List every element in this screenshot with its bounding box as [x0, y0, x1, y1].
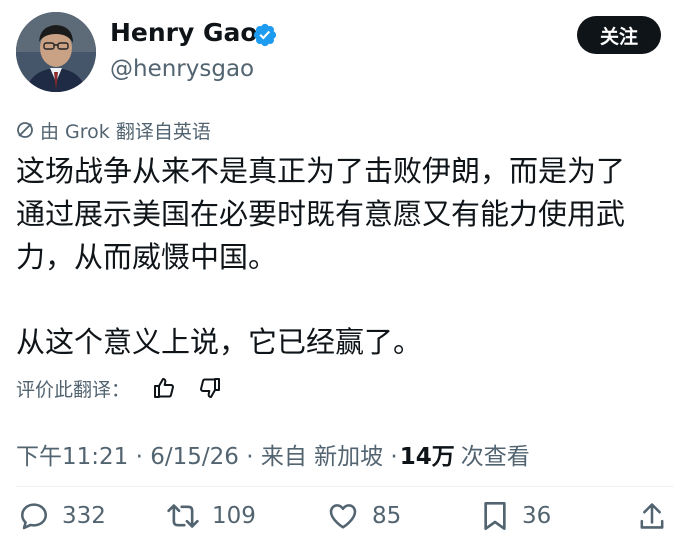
repost-button[interactable]: 109: [166, 496, 256, 536]
reply-icon: [21, 503, 47, 530]
translate-icon: [17, 122, 33, 138]
post-line: 从这个意义上说，它已经赢了。: [16, 325, 423, 359]
views-label: 次查看: [460, 444, 530, 470]
reply-count: 332: [62, 503, 106, 529]
views-count: 14万: [399, 444, 455, 470]
share-icon: [640, 503, 664, 529]
thumbs-up-icon: [154, 378, 174, 398]
reply-button[interactable]: 332: [18, 496, 106, 536]
like-button[interactable]: 85: [326, 496, 401, 536]
heart-icon: [329, 504, 357, 529]
post-line: 力，从而威慑中国。: [16, 240, 278, 274]
post-line: 通过展示美国在必要时既有意愿又有能力使用武: [16, 197, 626, 231]
avatar-image: [16, 12, 96, 92]
rate-translation-label: 评价此翻译：: [16, 378, 131, 401]
post-timestamp[interactable]: 下午11:21 · 6/15/26 · 来自 新加坡 ·: [16, 437, 398, 471]
thumbs-down-button[interactable]: [198, 376, 222, 400]
share-button[interactable]: [638, 496, 678, 536]
translation-notice: 由 Grok 翻译自英语: [16, 116, 211, 144]
rate-translation: 评价此翻译：: [16, 372, 222, 404]
author-handle[interactable]: @henrysgao: [110, 56, 254, 82]
verified-badge-icon: [253, 23, 277, 47]
thumbs-down-icon: [200, 378, 221, 398]
follow-button[interactable]: 关注: [577, 16, 661, 54]
post-line: 这场战争从来不是真正为了击败伊朗，而是为了: [16, 154, 626, 188]
post-meta: 下午11:21 · 6/15/26 · 来自 新加坡 · 14万 次查看: [16, 436, 530, 472]
author-name[interactable]: Henry Gao: [110, 18, 258, 47]
translation-notice-text: 由 Grok 翻译自英语: [40, 120, 211, 143]
bookmark-icon: [484, 502, 506, 530]
action-bar: 332 109 85 36: [0, 496, 690, 536]
divider: [16, 486, 674, 487]
bookmark-button[interactable]: 36: [480, 496, 551, 536]
repost-count: 109: [212, 503, 256, 529]
like-count: 85: [372, 503, 402, 529]
avatar[interactable]: [16, 12, 96, 92]
bookmark-count: 36: [522, 503, 552, 529]
repost-icon: [167, 504, 199, 528]
thumbs-up-button[interactable]: [152, 376, 176, 400]
post-text: 这场战争从来不是真正为了击败伊朗，而是为了 通过展示美国在必要时既有意愿又有能力…: [16, 150, 676, 364]
